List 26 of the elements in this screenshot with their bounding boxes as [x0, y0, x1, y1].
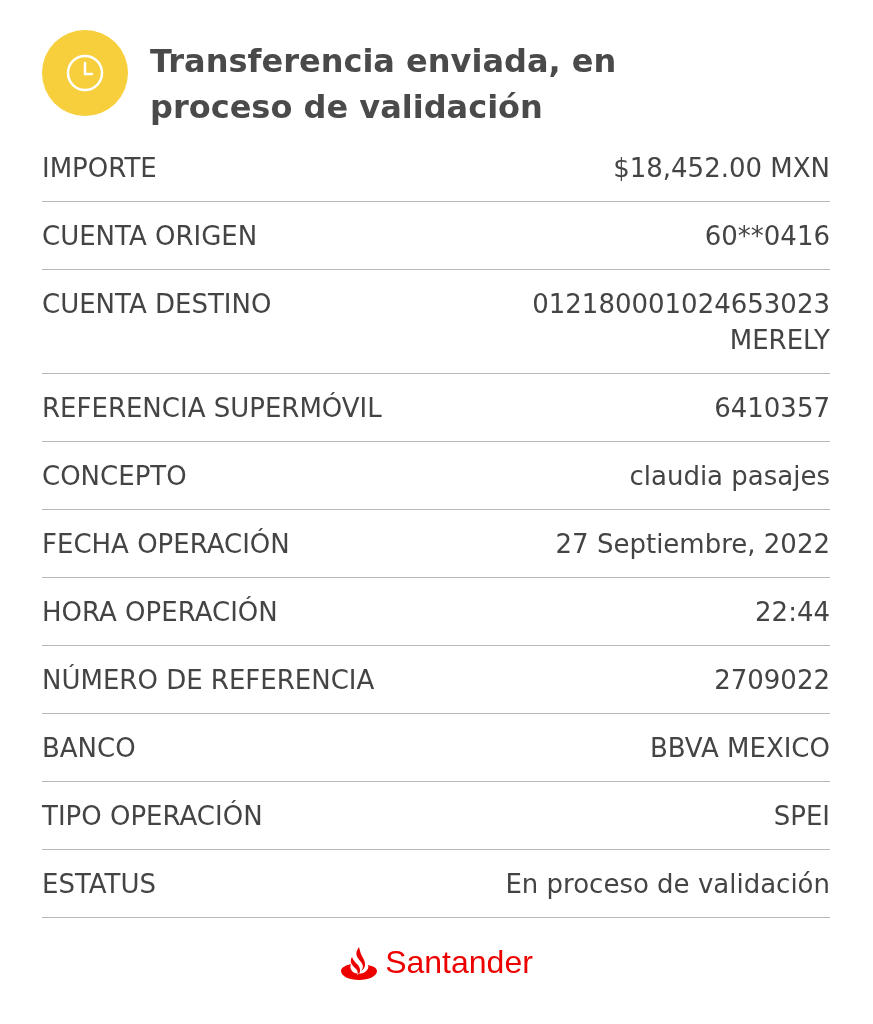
detail-value: claudia pasajes [629, 460, 830, 493]
detail-value: 2709022 [714, 664, 830, 697]
detail-value: SPEI [773, 800, 830, 833]
detail-label: HORA OPERACIÓN [42, 595, 278, 629]
detail-value: 012180001024653023 [532, 288, 830, 321]
detail-value: BBVA MEXICO [650, 732, 830, 765]
detail-label: IMPORTE [42, 152, 157, 185]
detail-label: CUENTA ORIGEN [42, 220, 258, 253]
detail-value: En proceso de validación [505, 868, 830, 901]
detail-label: REFERENCIA SUPERMÓVIL [42, 391, 382, 425]
detail-label: ESTATUS [42, 868, 156, 901]
detail-value: MERELY [729, 324, 830, 357]
detail-label: CUENTA DESTINO [42, 288, 272, 321]
detail-label: BANCO [42, 732, 136, 765]
clock-icon [42, 30, 128, 116]
detail-value: $18,452.00 MXN [613, 152, 830, 185]
detail-value: 6410357 [714, 392, 830, 425]
detail-label: TIPO OPERACIÓN [42, 799, 263, 833]
detail-label: FECHA OPERACIÓN [42, 527, 290, 561]
detail-label: CONCEPTO [42, 460, 187, 493]
detail-label: NÚMERO DE REFERENCIA [42, 663, 375, 697]
detail-value: 22:44 [755, 596, 830, 629]
detail-value: 27 Septiembre, 2022 [555, 528, 830, 561]
status-title: Transferencia enviada, en proceso de validación [150, 41, 618, 128]
brand-name: Santander [385, 944, 533, 981]
detail-value: 60**0416 [704, 220, 830, 253]
